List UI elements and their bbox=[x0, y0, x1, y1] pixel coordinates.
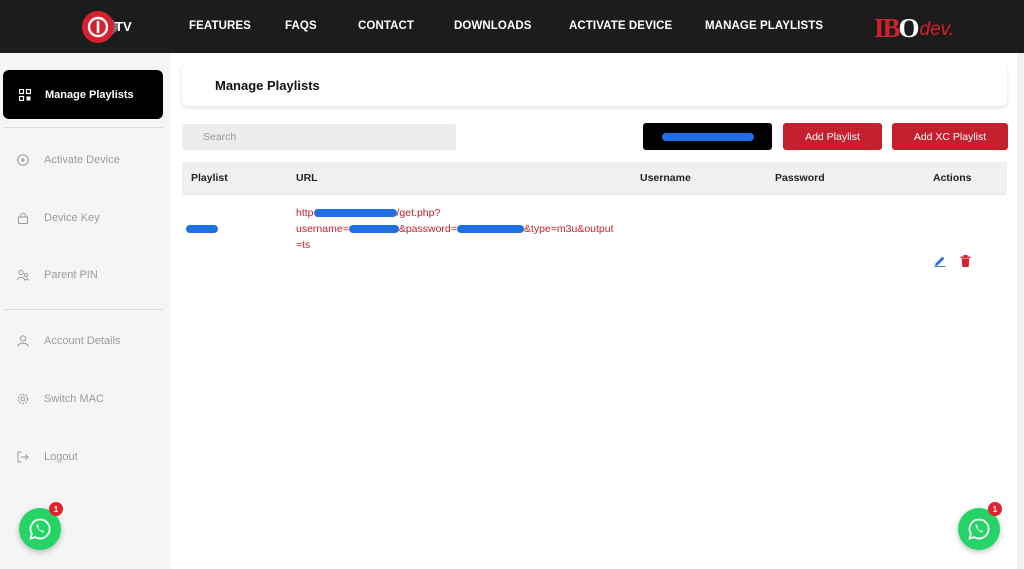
page-header-card: Manage Playlists bbox=[182, 64, 1007, 106]
add-xc-playlist-button[interactable]: Add XC Playlist bbox=[892, 123, 1008, 150]
playlists-table: Playlist URL Username Password Actions h… bbox=[182, 162, 1007, 271]
sidebar-item-parent-pin[interactable]: Parent PIN bbox=[17, 265, 98, 285]
redacted-username bbox=[348, 225, 399, 234]
column-header-username: Username bbox=[640, 172, 691, 184]
notification-badge: 1 bbox=[49, 502, 63, 516]
sidebar-item-logout[interactable]: Logout bbox=[17, 447, 78, 467]
sidebar-item-switch-mac[interactable]: Switch MAC bbox=[17, 389, 104, 409]
sidebar-item-account-details[interactable]: Account Details bbox=[17, 331, 120, 351]
table-header: Playlist URL Username Password Actions bbox=[182, 162, 1007, 195]
sidebar-item-label: Account Details bbox=[44, 335, 121, 347]
whatsapp-chat-button-right[interactable]: 1 bbox=[958, 502, 1002, 550]
column-header-password: Password bbox=[775, 172, 825, 184]
sidebar-item-activate-device[interactable]: Activate Device bbox=[17, 150, 120, 170]
redacted-host bbox=[313, 209, 397, 218]
trash-icon[interactable] bbox=[960, 255, 971, 267]
sidebar-item-label: Logout bbox=[44, 451, 78, 463]
page-title: Manage Playlists bbox=[215, 78, 320, 93]
sidebar-item-label: Device Key bbox=[44, 212, 100, 224]
sidebar-item-manage-playlists[interactable]: Manage Playlists bbox=[3, 70, 163, 119]
nav-downloads[interactable]: DOWNLOADS bbox=[454, 20, 532, 32]
sidebar-item-label: Parent PIN bbox=[44, 269, 98, 281]
brand-part1: IB bbox=[874, 13, 900, 43]
sidebar-divider bbox=[3, 127, 163, 128]
nav-manage-playlists[interactable]: MANAGE PLAYLISTS bbox=[705, 20, 823, 32]
playlist-url[interactable]: http/get.php? username= &password= &type=m… bbox=[296, 205, 626, 253]
gear-icon bbox=[17, 393, 29, 405]
redacted-password bbox=[456, 225, 524, 234]
lock-icon bbox=[18, 212, 28, 224]
grid-icon bbox=[19, 88, 31, 101]
scrollbar[interactable] bbox=[1017, 53, 1024, 569]
logout-icon bbox=[17, 451, 29, 463]
whatsapp-icon bbox=[29, 518, 51, 540]
sidebar-divider bbox=[3, 309, 163, 310]
notification-badge: 1 bbox=[988, 502, 1002, 516]
redacted-playlist-name bbox=[186, 225, 218, 233]
add-playlist-button[interactable]: Add Playlist bbox=[783, 123, 882, 150]
nav-faqs[interactable]: FAQS bbox=[285, 20, 317, 32]
column-header-url: URL bbox=[296, 172, 318, 184]
nav-contact[interactable]: CONTACT bbox=[358, 20, 414, 32]
edit-icon[interactable] bbox=[934, 255, 946, 267]
users-icon bbox=[17, 269, 29, 281]
table-row: http/get.php? username= &password= &type=m… bbox=[182, 195, 1007, 271]
redacted-action-button[interactable] bbox=[643, 123, 772, 150]
search-input[interactable] bbox=[182, 124, 456, 150]
play-circle-icon bbox=[17, 154, 29, 166]
sidebar-item-label: Switch MAC bbox=[44, 393, 104, 405]
column-header-playlist: Playlist bbox=[191, 172, 228, 184]
nav-features[interactable]: FEATURES bbox=[189, 20, 251, 32]
column-header-actions: Actions bbox=[933, 172, 972, 184]
sidebar-item-device-key[interactable]: Device Key bbox=[17, 208, 100, 228]
logo-text: TV bbox=[115, 19, 132, 34]
redacted-label bbox=[661, 132, 754, 141]
whatsapp-icon bbox=[968, 518, 990, 540]
user-icon bbox=[17, 335, 29, 347]
ibo-dev-logo[interactable]: IBO dev. bbox=[874, 11, 954, 43]
sidebar-item-label: Activate Device bbox=[44, 154, 120, 166]
brand-part2: O bbox=[898, 13, 920, 43]
sidebar-item-label: Manage Playlists bbox=[45, 88, 134, 101]
whatsapp-chat-button-left[interactable]: 1 bbox=[19, 502, 63, 550]
sidebar: Manage Playlists Activate Device Device … bbox=[0, 53, 170, 569]
brand-suffix: dev. bbox=[919, 19, 955, 40]
nav-activate-device[interactable]: ACTIVATE DEVICE bbox=[569, 20, 672, 32]
tv-logo[interactable]: TV bbox=[82, 9, 136, 45]
top-navbar: TV FEATURES FAQS CONTACT DOWNLOADS ACTIV… bbox=[0, 0, 1024, 53]
